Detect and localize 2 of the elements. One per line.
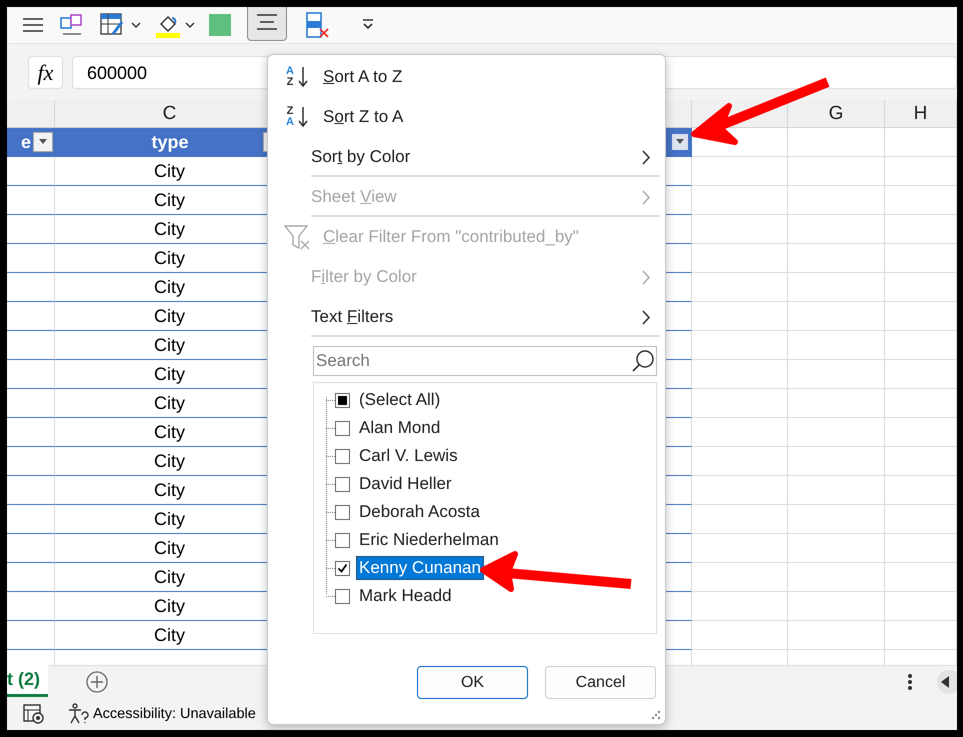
header-text: e	[20, 132, 31, 152]
header-text: type	[151, 132, 188, 152]
